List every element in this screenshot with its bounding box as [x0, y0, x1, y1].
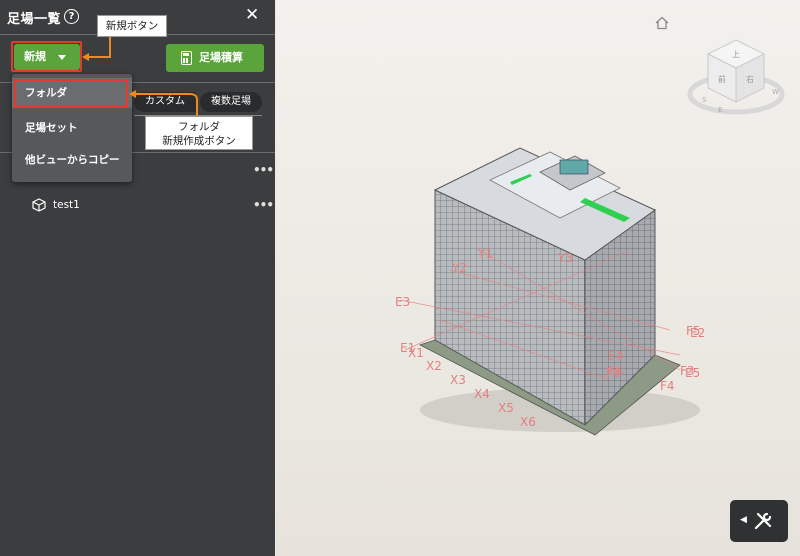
menu-item-copy-from-view[interactable]: 他ビューからコピー	[12, 145, 132, 175]
help-icon[interactable]: ?	[64, 9, 79, 24]
cube-icon	[32, 198, 46, 212]
grid-label: F6	[606, 366, 621, 380]
grid-label: E4	[608, 349, 623, 363]
scaffold-list-panel: 足場一覧 ? ✕ 新規 足場積算 カスタム 複数足場 ••• test1 •••…	[0, 0, 275, 556]
compass-s: S	[702, 96, 707, 104]
callout-folder-line1: フォルダ	[178, 121, 220, 133]
expand-left-icon: ◀	[740, 515, 747, 525]
viewcube-front-label: 前	[718, 74, 726, 84]
close-icon[interactable]: ✕	[245, 6, 259, 24]
view-cube[interactable]: 上 前 右 S E W	[686, 32, 786, 124]
viewcube-top-label: 上	[732, 50, 740, 59]
more-options-icon[interactable]: •••	[253, 163, 274, 177]
scaffold-estimate-label: 足場積算	[199, 51, 243, 64]
grid-label: X6	[520, 415, 536, 429]
grid-label: F5	[686, 324, 701, 338]
tab-multiple-scaffold[interactable]: 複数足場	[200, 92, 262, 112]
compass-e: E	[718, 106, 722, 114]
grid-label: E3	[395, 295, 410, 309]
home-icon[interactable]	[655, 16, 669, 30]
callout-new-button: 新規ボタン	[97, 15, 167, 37]
grid-label: X2	[426, 359, 442, 373]
panel-title: 足場一覧	[7, 12, 62, 27]
building-model[interactable]: Y1 Y2 Y3 E1 E2 E3 E4 E5 E6 X1 X2 X3 X4 X…	[380, 140, 720, 440]
callout-folder: フォルダ 新規作成ボタン	[145, 116, 253, 150]
callout-folder-line2: 新規作成ボタン	[162, 135, 236, 147]
menu-item-scaffold-set[interactable]: 足場セット	[12, 113, 132, 143]
viewcube-right-label: 右	[746, 74, 754, 84]
tools-icon	[754, 512, 772, 530]
grid-label: Y3	[557, 251, 573, 265]
grid-label: F4	[660, 379, 675, 393]
grid-label: X5	[498, 401, 514, 415]
tab-custom[interactable]: カスタム	[134, 92, 196, 112]
grid-label: X4	[474, 387, 490, 401]
scaffold-estimate-button[interactable]: 足場積算	[166, 44, 264, 72]
more-options-icon[interactable]: •••	[253, 198, 274, 212]
calculator-icon	[181, 51, 192, 65]
grid-label: X1	[408, 346, 424, 360]
compass-w: W	[772, 88, 779, 96]
grid-label: F3	[680, 364, 695, 378]
grid-label: Y1	[477, 247, 493, 261]
grid-label: Y2	[451, 261, 467, 275]
folder-highlight	[14, 79, 128, 108]
tools-button[interactable]: ◀	[730, 500, 788, 542]
grid-label: X3	[450, 373, 466, 387]
tree-item-label: test1	[53, 199, 80, 211]
new-button-highlight	[11, 41, 82, 72]
